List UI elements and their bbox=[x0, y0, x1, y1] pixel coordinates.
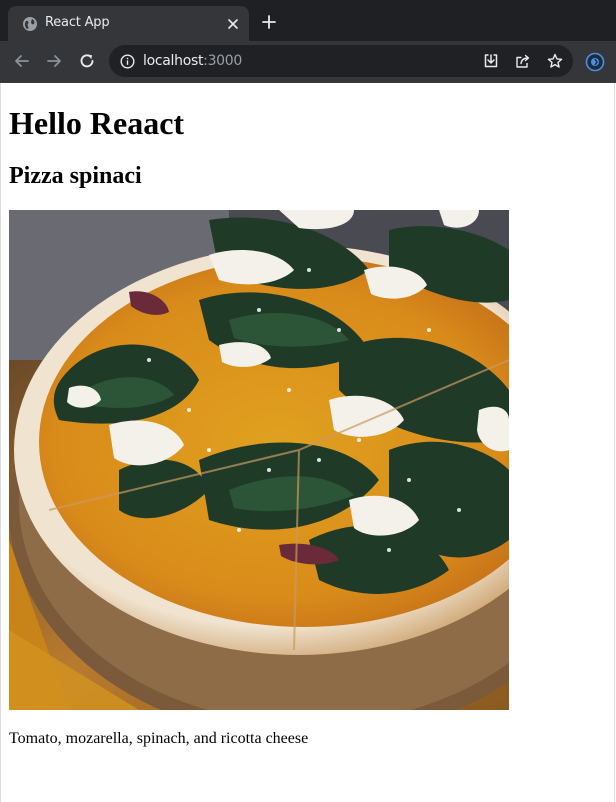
arrow-left-icon[interactable] bbox=[13, 52, 31, 70]
tab-title: React App bbox=[45, 15, 110, 30]
url-port: :3000 bbox=[203, 53, 243, 69]
pizza-ingredients: Tomato, mozarella, spinach, and ricotta … bbox=[9, 730, 309, 747]
pizza-name: Pizza spinaci bbox=[9, 163, 142, 189]
extension-icon[interactable] bbox=[585, 52, 605, 72]
page-viewport: Hello Reaact Pizza spinaci Tomato, mozar… bbox=[0, 83, 615, 802]
url-text: localhost:3000 bbox=[143, 53, 242, 69]
reload-icon[interactable] bbox=[78, 52, 96, 70]
url-host: localhost bbox=[143, 53, 204, 69]
address-bar[interactable]: localhost:3000 bbox=[109, 45, 573, 77]
share-icon[interactable] bbox=[515, 53, 531, 69]
info-icon[interactable] bbox=[120, 54, 135, 69]
arrow-right-icon[interactable] bbox=[45, 52, 63, 70]
tab-react-app[interactable]: React App bbox=[8, 6, 249, 41]
plus-icon[interactable] bbox=[262, 15, 276, 29]
close-icon[interactable] bbox=[227, 17, 239, 29]
globe-icon bbox=[22, 16, 38, 32]
star-icon[interactable] bbox=[547, 53, 563, 69]
page-heading: Hello Reaact bbox=[9, 105, 185, 141]
browser-toolbar: localhost:3000 bbox=[0, 41, 616, 83]
tab-strip: React App bbox=[0, 0, 616, 41]
pizza-image bbox=[9, 210, 509, 710]
install-icon[interactable] bbox=[483, 53, 499, 69]
